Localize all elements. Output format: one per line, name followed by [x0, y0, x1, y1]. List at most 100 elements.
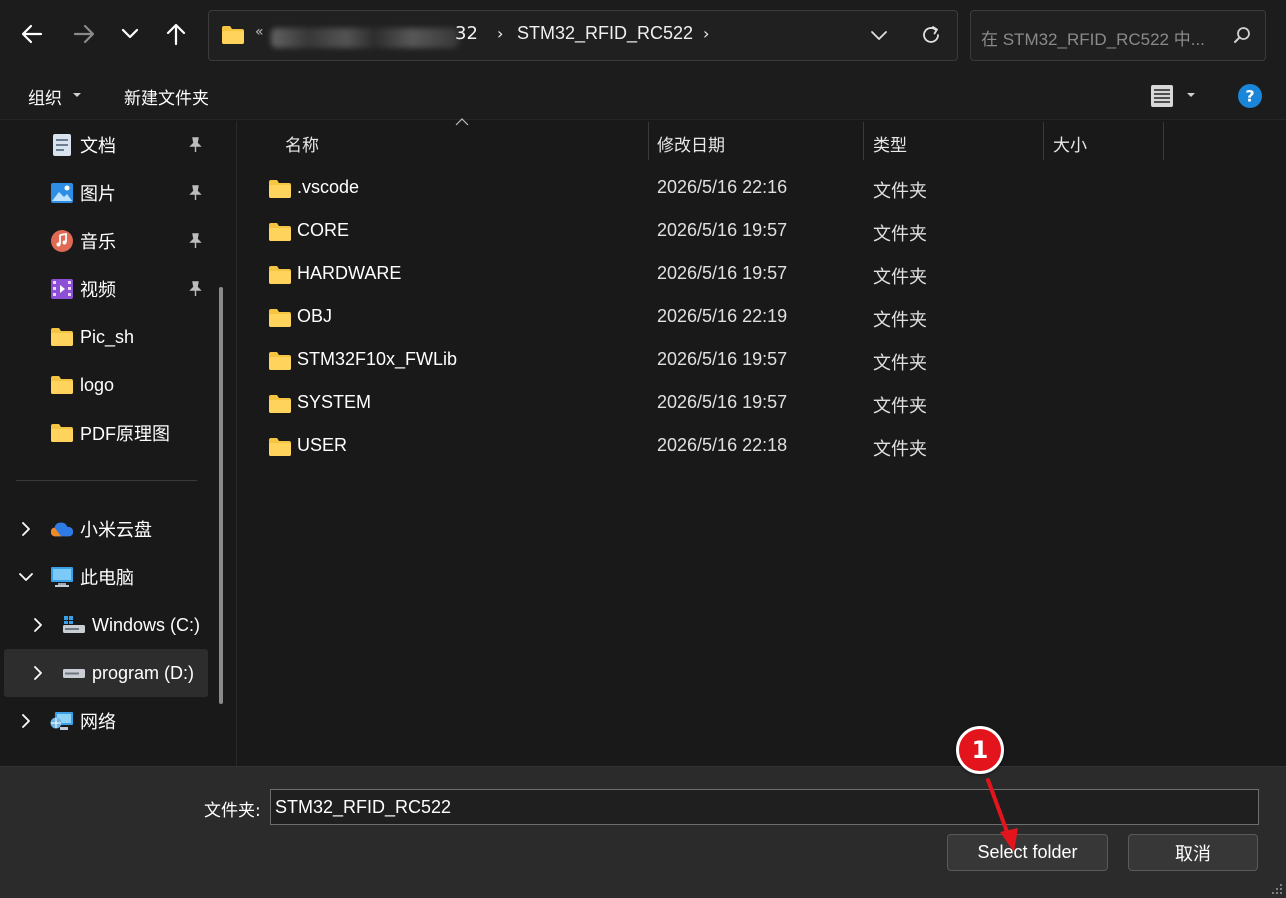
sidebar-item-windows-c[interactable]: Windows (C:) [62, 605, 200, 645]
chevron-down-icon[interactable] [18, 571, 34, 583]
command-bar: 组织 新建文件夹 [0, 72, 1286, 120]
refresh-icon[interactable] [919, 23, 943, 47]
sidebar-item-logo[interactable]: logo [50, 365, 114, 405]
file-name: STM32F10x_FWLib [297, 349, 458, 369]
sidebar-item-label: Windows (C:) [92, 614, 201, 635]
column-header-name[interactable]: 名称 [285, 131, 319, 156]
sidebar-item-pictures[interactable]: 图片 [50, 173, 116, 213]
up-button[interactable] [158, 16, 194, 52]
svg-text:?: ? [1245, 87, 1254, 106]
sidebar-item-documents[interactable]: 文档 [50, 125, 116, 165]
file-name: CORE [297, 220, 350, 240]
sidebar-item-label: 图片 [80, 184, 116, 204]
sidebar-item-label: 视频 [80, 280, 116, 300]
breadcrumb-current[interactable]: STM32_RFID_RC522 [517, 23, 693, 44]
folder-icon [269, 438, 291, 456]
sidebar-item-label: 小米云盘 [80, 520, 152, 540]
sidebar-item-program-d[interactable]: program (D:) [62, 653, 194, 693]
table-row[interactable]: .vscode 2026/5/16 22:16 文件夹 [242, 168, 1282, 211]
music-icon [50, 229, 74, 253]
chevron-down-icon [121, 28, 139, 39]
table-row[interactable]: CORE 2026/5/16 19:57 文件夹 [242, 211, 1282, 254]
sidebar-item-label: 此电脑 [80, 568, 134, 588]
sidebar-item-videos[interactable]: 视频 [50, 269, 116, 309]
breadcrumb-redacted [271, 28, 459, 48]
help-icon[interactable]: ? [1238, 84, 1262, 108]
search-placeholder: 在 STM32_RFID_RC522 中... [981, 30, 1205, 49]
sidebar-item-network[interactable]: 网络 [50, 701, 116, 741]
sidebar-item-label: Pic_sh [80, 326, 135, 347]
breadcrumb-overflow[interactable]: « [255, 24, 264, 40]
column-header-size[interactable]: 大小 [1053, 131, 1087, 156]
chevron-right-icon[interactable] [20, 521, 32, 537]
cloud-icon [50, 517, 74, 541]
search-icon [1234, 27, 1250, 43]
table-row[interactable]: OBJ 2026/5/16 22:19 文件夹 [242, 297, 1282, 340]
this-pc-icon [50, 565, 74, 589]
sidebar-item-pdf-schematics[interactable]: PDF原理图 [50, 413, 170, 453]
folder-icon [50, 421, 74, 445]
sort-ascending-icon [455, 118, 469, 126]
file-type: 文件夹 [873, 353, 927, 374]
recent-locations-button[interactable] [112, 16, 148, 52]
sidebar-item-pic-sh[interactable]: Pic_sh [50, 317, 134, 357]
table-row[interactable]: USER 2026/5/16 22:18 文件夹 [242, 426, 1282, 469]
sidebar-item-xiaomi-cloud[interactable]: 小米云盘 [50, 509, 152, 549]
address-bar[interactable]: « 32 › STM32_RFID_RC522 › [208, 10, 958, 61]
column-divider[interactable] [863, 122, 864, 160]
file-date: 2026/5/16 19:57 [657, 220, 788, 240]
column-divider[interactable] [1043, 122, 1044, 160]
sidebar-item-label: 网络 [80, 712, 116, 732]
file-name: USER [297, 435, 348, 455]
column-header-type[interactable]: 类型 [873, 131, 907, 156]
caret-down-icon[interactable] [1186, 92, 1196, 98]
arrow-left-icon [21, 24, 43, 44]
pictures-icon [50, 181, 74, 205]
arrow-up-icon [166, 23, 186, 45]
breadcrumb-separator[interactable]: › [497, 24, 503, 43]
column-divider[interactable] [648, 122, 649, 160]
chevron-right-icon[interactable] [20, 713, 32, 729]
view-details-icon[interactable] [1150, 84, 1174, 108]
navigation-bar: « 32 › STM32_RFID_RC522 › 在 STM32_RFID_R… [0, 0, 1286, 72]
file-name: OBJ [297, 306, 333, 326]
chevron-down-icon[interactable] [869, 25, 889, 45]
sidebar-item-label: PDF原理图 [80, 424, 170, 444]
annotation-step-badge: 1 [956, 726, 1004, 774]
file-name: HARDWARE [297, 263, 402, 283]
table-row[interactable]: STM32F10x_FWLib 2026/5/16 19:57 文件夹 [242, 340, 1282, 383]
chevron-right-icon[interactable] [32, 665, 44, 681]
pin-icon[interactable] [186, 280, 204, 298]
folder-name-input[interactable] [270, 789, 1259, 825]
table-row[interactable]: HARDWARE 2026/5/16 19:57 文件夹 [242, 254, 1282, 297]
sidebar-item-music[interactable]: 音乐 [50, 221, 116, 261]
file-name: SYSTEM [297, 392, 372, 412]
network-icon [50, 709, 74, 733]
arrow-right-icon [73, 24, 95, 44]
column-divider[interactable] [1163, 122, 1164, 160]
caret-down-icon[interactable] [72, 92, 82, 98]
sidebar-divider [16, 480, 197, 481]
pin-icon[interactable] [186, 232, 204, 250]
sidebar-item-this-pc[interactable]: 此电脑 [50, 557, 134, 597]
column-header-date[interactable]: 修改日期 [657, 131, 725, 156]
breadcrumb-separator[interactable]: › [703, 24, 709, 43]
table-row[interactable]: SYSTEM 2026/5/16 19:57 文件夹 [242, 383, 1282, 426]
file-type: 文件夹 [873, 310, 927, 331]
file-date: 2026/5/16 22:18 [657, 435, 788, 455]
folder-icon [269, 223, 291, 241]
forward-button[interactable] [66, 16, 102, 52]
breadcrumb-parent[interactable]: 32 [455, 23, 478, 44]
cancel-button[interactable]: 取消 [1128, 834, 1258, 871]
folder-icon [222, 26, 244, 44]
new-folder-button[interactable]: 新建文件夹 [124, 84, 209, 109]
pin-icon[interactable] [186, 136, 204, 154]
resize-grip-icon[interactable] [1270, 882, 1284, 896]
search-input[interactable]: 在 STM32_RFID_RC522 中... [970, 10, 1266, 61]
back-button[interactable] [14, 16, 50, 52]
pane-divider[interactable] [236, 121, 237, 766]
sidebar-scrollbar[interactable] [219, 287, 223, 704]
organize-button[interactable]: 组织 [28, 84, 62, 109]
pin-icon[interactable] [186, 184, 204, 202]
chevron-right-icon[interactable] [32, 617, 44, 633]
